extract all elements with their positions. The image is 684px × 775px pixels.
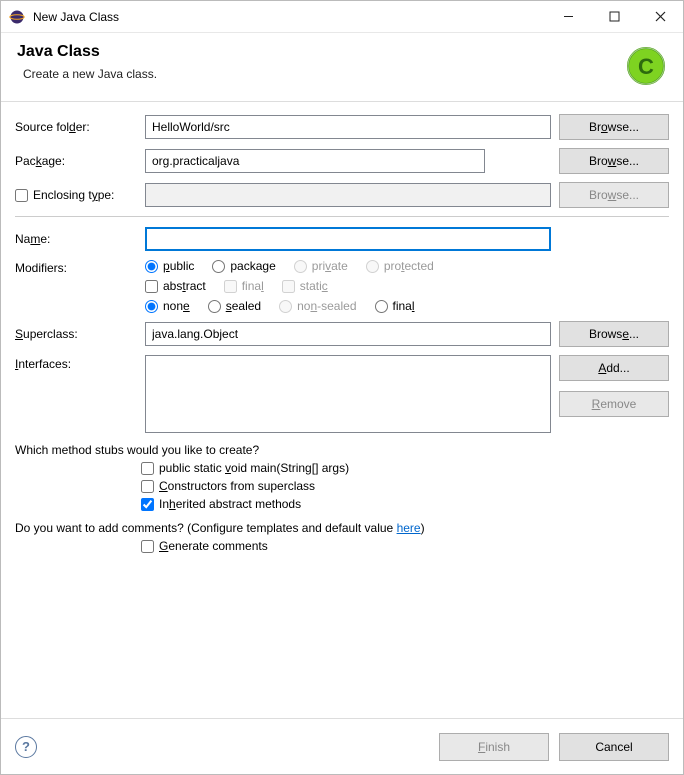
eclipse-icon: [9, 9, 25, 25]
seal-none-radio[interactable]: none: [145, 299, 190, 313]
modifier-public-radio[interactable]: public: [145, 259, 194, 273]
stub-inherited-check[interactable]: Inherited abstract methods: [141, 497, 669, 511]
banner-subtitle: Create a new Java class.: [17, 67, 613, 81]
minimize-button[interactable]: [545, 1, 591, 32]
modifier-final-check: final: [224, 279, 264, 293]
seal-final-radio[interactable]: final: [375, 299, 415, 313]
interfaces-label: Interfaces:: [15, 355, 137, 371]
superclass-browse-button[interactable]: Browse...: [559, 321, 669, 347]
modifier-protected-radio: protected: [366, 259, 434, 273]
source-folder-input[interactable]: [145, 115, 551, 139]
enclosing-type-browse-button: Browse...: [559, 182, 669, 208]
stub-constructors-check[interactable]: Constructors from superclass: [141, 479, 669, 493]
comments-question: Do you want to add comments? (Configure …: [15, 521, 669, 535]
maximize-button[interactable]: [591, 1, 637, 32]
enclosing-type-checkbox[interactable]: Enclosing type:: [15, 188, 137, 202]
cancel-button[interactable]: Cancel: [559, 733, 669, 761]
package-browse-button[interactable]: Browse...: [559, 148, 669, 174]
banner-heading: Java Class: [17, 43, 613, 61]
separator: [15, 216, 669, 217]
modifier-abstract-check[interactable]: abstract: [145, 279, 206, 293]
name-label: Name:: [15, 232, 137, 246]
stub-main-check[interactable]: public static void main(String[] args): [141, 461, 669, 475]
svg-text:C: C: [638, 54, 654, 79]
source-folder-browse-button[interactable]: Browse...: [559, 114, 669, 140]
package-input[interactable]: [145, 149, 485, 173]
modifier-private-radio: private: [294, 259, 348, 273]
close-button[interactable]: [637, 1, 683, 32]
name-input[interactable]: [145, 227, 551, 251]
enclosing-type-input: [145, 183, 551, 207]
interfaces-add-button[interactable]: Add...: [559, 355, 669, 381]
modifier-static-check: static: [282, 279, 328, 293]
class-wizard-icon: C: [625, 45, 667, 87]
configure-templates-link[interactable]: here: [397, 521, 421, 535]
title-bar: New Java Class: [1, 1, 683, 33]
source-folder-label: Source folder:: [15, 120, 137, 134]
generate-comments-check[interactable]: Generate comments: [141, 539, 669, 553]
footer: ? Finish Cancel: [1, 718, 683, 774]
header-banner: Java Class Create a new Java class. C: [1, 33, 683, 102]
superclass-input[interactable]: [145, 322, 551, 346]
superclass-label: Superclass:: [15, 327, 137, 341]
interfaces-remove-button: Remove: [559, 391, 669, 417]
form-body: Source folder: Browse... Package: Browse…: [1, 102, 683, 718]
modifiers-label: Modifiers:: [15, 259, 137, 275]
stubs-question: Which method stubs would you like to cre…: [15, 443, 669, 457]
modifier-package-radio[interactable]: package: [212, 259, 275, 273]
seal-sealed-radio[interactable]: sealed: [208, 299, 261, 313]
package-label: Package:: [15, 154, 137, 168]
interfaces-list[interactable]: [145, 355, 551, 433]
help-icon[interactable]: ?: [15, 736, 37, 758]
window-title: New Java Class: [33, 10, 545, 24]
seal-nonsealed-radio: non-sealed: [279, 299, 356, 313]
finish-button: Finish: [439, 733, 549, 761]
